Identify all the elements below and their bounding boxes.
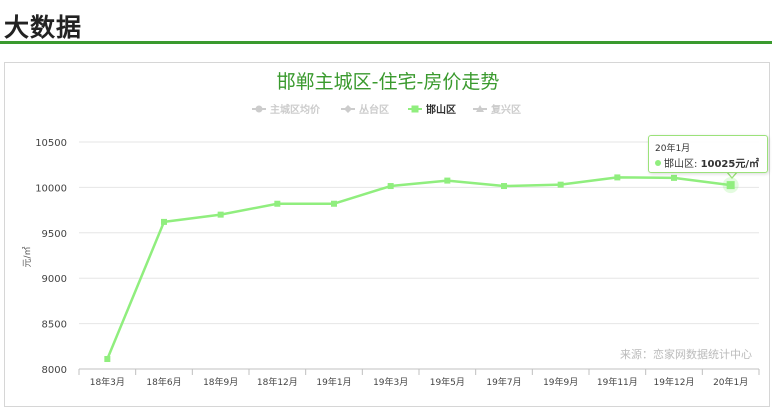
y-tick-label: 10000	[35, 183, 67, 194]
y-tick-label: 8500	[42, 320, 67, 331]
data-point[interactable]	[501, 183, 507, 190]
legend-marker	[411, 105, 419, 113]
chart-legend: 主城区均价 丛台区 邯山区 复兴区	[252, 103, 521, 116]
tooltip-date: 20年1月	[655, 144, 691, 154]
data-point[interactable]	[444, 177, 451, 184]
x-axis: 18年3月 18年6月 18年9月 18年12月 19年1月 19年3月 19年5月 19年7…	[78, 369, 760, 388]
x-tick-label: 18年3月	[90, 376, 125, 388]
tooltip-row: 邯山区: 10025元/㎡	[655, 155, 759, 170]
x-tick-label: 19年3月	[373, 376, 408, 388]
y-tick-label: 9000	[42, 274, 67, 285]
tooltip: 20年1月 邯山区: 10025元/㎡	[648, 135, 768, 173]
x-tick-label: 18年9月	[203, 376, 238, 388]
x-tick-label: 19年12月	[654, 376, 695, 388]
x-tick-label: 19年1月	[316, 376, 351, 388]
data-point[interactable]	[726, 181, 735, 190]
legend-item[interactable]: 丛台区	[341, 103, 389, 116]
tooltip-series-dot	[655, 160, 661, 166]
legend-item[interactable]: 主城区均价	[252, 103, 321, 116]
data-point[interactable]	[217, 211, 224, 218]
x-tick-label: 18年6月	[146, 376, 181, 388]
tooltip-series-name: 邯山区	[664, 159, 694, 170]
x-tick-label: 19年5月	[430, 376, 465, 388]
legend-label: 丛台区	[359, 103, 389, 116]
legend-item[interactable]: 邯山区	[408, 103, 456, 116]
price-trend-chart: 邯郸主城区-住宅-房价走势 主城区均价 丛台区 邯山区 复兴区 80008500900…	[22, 71, 760, 388]
y-axis-label: 元/㎡	[22, 246, 33, 267]
legend-label: 邯山区	[426, 103, 456, 116]
chart-grid	[79, 141, 759, 370]
data-point[interactable]	[161, 218, 167, 225]
legend-label: 主城区均价	[270, 103, 321, 116]
legend-marker	[255, 105, 263, 113]
y-tick-label: 10500	[35, 138, 67, 149]
data-point[interactable]	[671, 174, 677, 181]
tooltip-value: 10025元/㎡	[700, 159, 760, 170]
x-tick-label: 19年7月	[486, 376, 521, 388]
chart-title: 邯郸主城区-住宅-房价走势	[277, 71, 500, 93]
y-tick-label: 9500	[42, 229, 67, 240]
y-axis: 8000 8500 9000 9500 10000 10500	[35, 138, 67, 376]
data-point[interactable]	[104, 356, 111, 363]
chart-credit: 来源：恋家网数据统计中心	[620, 347, 752, 361]
x-tick-label: 19年9月	[543, 376, 578, 388]
x-tick-label: 19年11月	[597, 376, 638, 388]
x-tick-label: 18年12月	[257, 376, 298, 388]
data-point[interactable]	[274, 200, 281, 207]
x-tick-label: 20年1月	[713, 376, 748, 388]
series-line	[106, 176, 731, 360]
legend-label: 复兴区	[490, 103, 521, 116]
data-point[interactable]	[557, 181, 564, 188]
data-point[interactable]	[331, 200, 337, 207]
data-point[interactable]	[387, 183, 394, 190]
data-point[interactable]	[614, 174, 621, 181]
legend-item[interactable]: 复兴区	[473, 103, 521, 116]
y-tick-label: 8000	[42, 365, 67, 376]
series-layer	[104, 174, 739, 363]
legend-marker	[344, 105, 352, 113]
